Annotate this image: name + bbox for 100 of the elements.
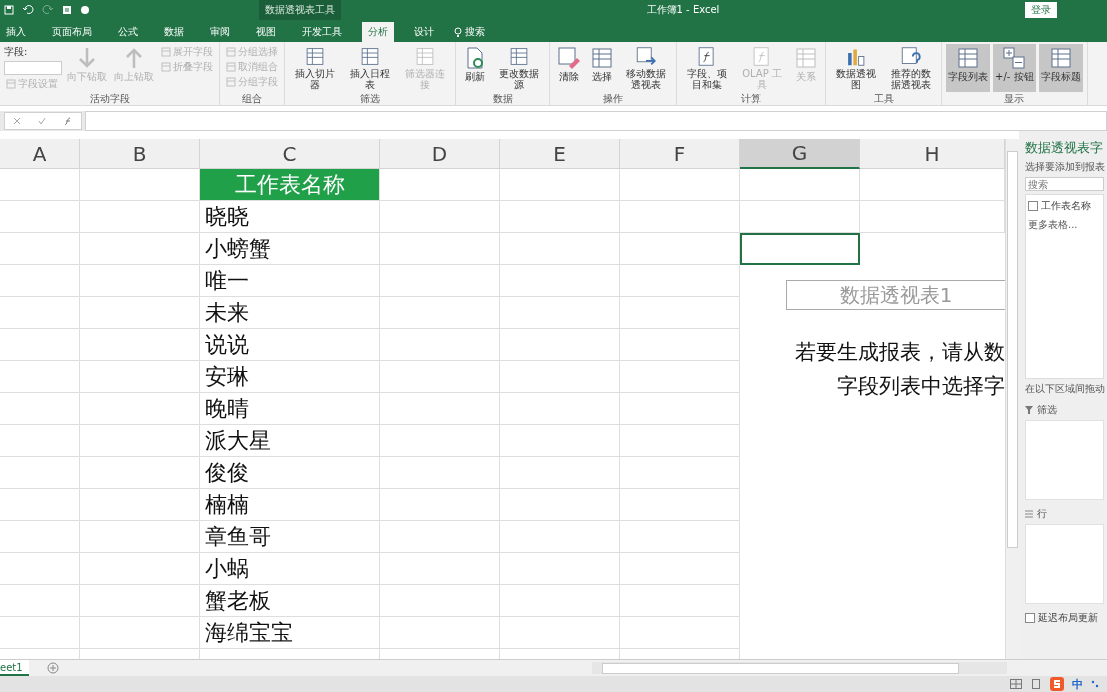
group-label: 工具: [872, 92, 895, 105]
table-icon: [413, 46, 437, 67]
ribbon-button[interactable]: 字段、项目和集: [681, 44, 733, 92]
pivot-message: 字段列表中选择字: [837, 373, 1005, 400]
lightbulb-icon: [454, 26, 462, 38]
group-label: 操作: [602, 92, 624, 105]
pane-title: 数据透视表字: [1025, 139, 1104, 157]
ribbon-button[interactable]: 更改数据源: [493, 44, 545, 92]
table-cell: 小螃蟹: [200, 233, 380, 265]
ribbon-button[interactable]: 插入日程表: [344, 44, 396, 92]
ribbon-button[interactable]: 字段标题: [1038, 44, 1083, 92]
ribbon-button[interactable]: 选择: [587, 44, 617, 92]
table-cell: 派大星: [200, 425, 380, 457]
check-icon[interactable]: [38, 117, 46, 125]
search-field[interactable]: 搜索: [1025, 177, 1104, 191]
ribbon-button[interactable]: +/- 按钮: [993, 44, 1036, 92]
context-tab-label: 数据透视表工具: [259, 0, 341, 20]
table-cell: 海绵宝宝: [200, 617, 380, 649]
drag-hint: 在以下区域间拖动: [1025, 382, 1104, 396]
ribbon-button[interactable]: 刷新: [460, 44, 490, 92]
pivot-title: 数据透视表1: [786, 280, 1005, 310]
horizontal-scrollbar[interactable]: [592, 662, 1007, 674]
more-tables-link[interactable]: 更多表格...: [1028, 218, 1101, 232]
page-layout-icon[interactable]: [1030, 679, 1042, 689]
ribbon-tab[interactable]: 设计: [408, 22, 440, 42]
save-icon[interactable]: [4, 5, 14, 15]
ribbon-tab[interactable]: 插入: [0, 22, 32, 42]
function-icon[interactable]: [62, 117, 73, 125]
rows-icon: [1025, 510, 1033, 518]
selected-cell[interactable]: [740, 233, 860, 265]
column-header[interactable]: D: [380, 139, 500, 169]
ribbon-tab[interactable]: 公式: [112, 22, 144, 42]
ribbon-tab[interactable]: 分析: [362, 22, 394, 42]
ribbon-button[interactable]: 数据透视图: [830, 44, 882, 92]
group-label: 计算: [740, 92, 762, 105]
area-label: 行: [1037, 507, 1047, 521]
field-checkbox[interactable]: 工作表名称: [1028, 199, 1101, 213]
normal-view-icon[interactable]: [1010, 679, 1022, 689]
ribbon-tab[interactable]: 视图: [250, 22, 282, 42]
group-label: 组合: [241, 92, 263, 105]
table-icon: [794, 46, 818, 70]
column-header[interactable]: A: [0, 139, 80, 169]
search-tab[interactable]: 搜索: [454, 22, 485, 42]
table-cell: 晓晓: [200, 201, 380, 233]
field-icon: [161, 61, 171, 72]
window-title: 工作簿1 - Excel: [645, 3, 721, 17]
ribbon-tab[interactable]: 开发工具: [296, 22, 348, 42]
ime-logo-icon[interactable]: [1050, 677, 1064, 691]
ribbon-button[interactable]: 移动数据透视表: [620, 44, 672, 92]
plus-minus-icon: [1002, 46, 1027, 70]
field-icon: [6, 78, 16, 89]
column-header[interactable]: H: [860, 139, 1005, 169]
field-icon: [226, 61, 236, 72]
defer-checkbox[interactable]: 延迟布局更新: [1025, 611, 1104, 625]
table-cell: 俊俊: [200, 457, 380, 489]
ribbon-tab[interactable]: 数据: [158, 22, 190, 42]
form-icon[interactable]: [62, 5, 72, 15]
field-label: 字段:: [4, 45, 29, 59]
redo-icon[interactable]: [42, 5, 54, 15]
ribbon-tab[interactable]: 审阅: [204, 22, 236, 42]
column-header[interactable]: F: [620, 139, 740, 169]
group-label: 筛选: [359, 92, 381, 105]
column-header[interactable]: C: [200, 139, 380, 169]
active-field-input[interactable]: [4, 61, 62, 75]
pane-subtitle: 选择要添加到报表: [1025, 160, 1104, 174]
punctuation-icon[interactable]: [1091, 680, 1099, 688]
table-cell: 说说: [200, 329, 380, 361]
table-icon: [507, 46, 531, 67]
ime-mode[interactable]: 中: [1072, 676, 1083, 692]
table-icon: [590, 46, 614, 70]
ribbon-button[interactable]: 清除: [554, 44, 584, 92]
formula-input[interactable]: [85, 111, 1107, 131]
sheet-tab[interactable]: eet1: [0, 660, 29, 676]
column-header[interactable]: G: [740, 139, 860, 169]
move-arrow-icon: [634, 46, 658, 67]
field-icon: [226, 46, 236, 57]
group-label: 活动字段: [88, 92, 131, 105]
ribbon-button[interactable]: 推荐的数据透视表: [885, 44, 937, 92]
field-icon: [161, 46, 171, 57]
table-icon: [1048, 46, 1073, 70]
pivot-message: 若要生成报表，请从数: [795, 339, 1005, 366]
ribbon-button[interactable]: 插入切片器: [289, 44, 341, 92]
undo-icon[interactable]: [22, 5, 34, 15]
table-cell: 安琳: [200, 361, 380, 393]
vertical-scrollbar[interactable]: [1005, 139, 1019, 659]
sign-in-button[interactable]: 登录: [1025, 2, 1057, 18]
add-sheet-icon[interactable]: [46, 662, 59, 674]
ribbon-button[interactable]: 字段列表: [946, 44, 990, 92]
touch-icon[interactable]: [80, 5, 90, 15]
table-cell: 唯一: [200, 265, 380, 297]
table-icon: [358, 46, 382, 67]
column-header[interactable]: B: [80, 139, 200, 169]
table-cell: 未来: [200, 297, 380, 329]
table-cell: 章鱼哥: [200, 521, 380, 553]
cancel-icon[interactable]: [13, 117, 22, 125]
filter-icon: [1025, 406, 1033, 414]
ribbon-tab[interactable]: 页面布局: [46, 22, 98, 42]
column-header[interactable]: E: [500, 139, 620, 169]
header-cell: 工作表名称: [200, 169, 380, 201]
eraser-icon: [557, 46, 581, 70]
